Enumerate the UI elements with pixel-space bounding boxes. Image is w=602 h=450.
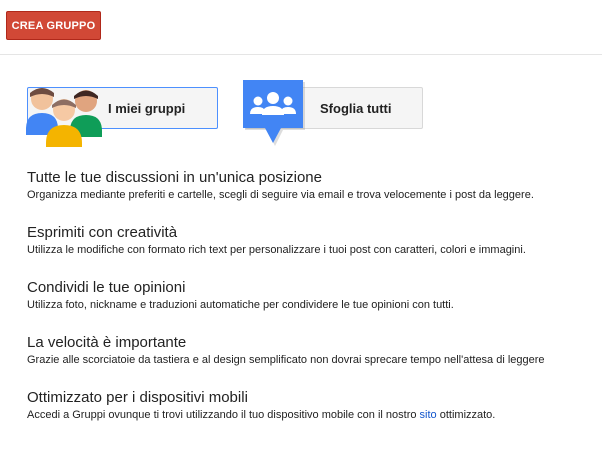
feature-description-text: ottimizzato. xyxy=(436,409,496,421)
feature-title: Condividi le tue opinioni xyxy=(27,279,186,296)
feature-description: Utilizza foto, nickname e traduzioni aut… xyxy=(27,299,454,311)
feature-description: Utilizza le modifiche con formato rich t… xyxy=(27,244,526,256)
feature-title: Esprimiti con creatività xyxy=(27,224,178,241)
feature-item: Esprimiti con creatività Utilizza le mod… xyxy=(27,224,602,279)
feature-title: Ottimizzato per i dispositivi mobili xyxy=(27,389,248,406)
create-group-button[interactable]: CREA GRUPPO xyxy=(6,11,101,40)
people-group-icon xyxy=(26,88,102,147)
browse-groups-icon xyxy=(243,80,305,146)
browse-all-label: Sfoglia tutti xyxy=(320,101,392,116)
feature-title: Tutte le tue discussioni in un'unica pos… xyxy=(27,169,322,186)
feature-description: Organizza mediante preferiti e cartelle,… xyxy=(27,189,534,201)
feature-list: Tutte le tue discussioni in un'unica pos… xyxy=(27,169,602,444)
mobile-site-link[interactable]: sito xyxy=(420,409,437,421)
feature-item: Condividi le tue opinioni Utilizza foto,… xyxy=(27,279,602,334)
my-groups-label: I miei gruppi xyxy=(108,101,186,116)
feature-item: Ottimizzato per i dispositivi mobili Acc… xyxy=(27,389,602,444)
feature-title: La velocità è importante xyxy=(27,334,187,351)
feature-item: La velocità è importante Grazie alle sco… xyxy=(27,334,602,389)
top-toolbar: CREA GRUPPO xyxy=(0,0,602,55)
feature-description-text: Accedi a Gruppi ovunque ti trovi utilizz… xyxy=(27,409,420,421)
feature-description: Accedi a Gruppi ovunque ti trovi utilizz… xyxy=(27,407,602,424)
feature-description: Grazie alle scorciatoie da tastiera e al… xyxy=(27,354,545,366)
feature-item: Tutte le tue discussioni in un'unica pos… xyxy=(27,169,602,224)
